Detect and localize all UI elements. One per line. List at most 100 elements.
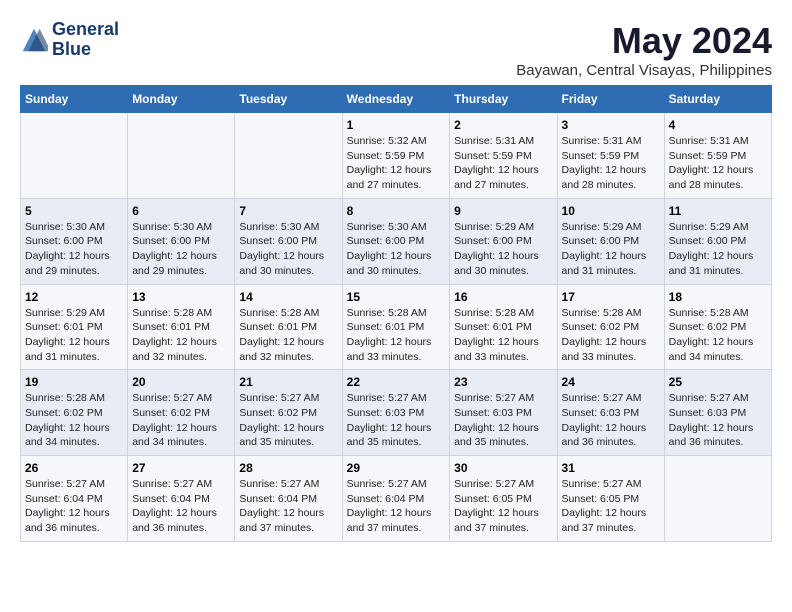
col-header-saturday: Saturday: [664, 86, 771, 113]
day-number: 6: [132, 204, 230, 218]
day-info: Sunrise: 5:27 AM Sunset: 6:03 PM Dayligh…: [347, 391, 446, 450]
calendar-cell: 12 Sunrise: 5:29 AM Sunset: 6:01 PM Dayl…: [21, 284, 128, 370]
calendar-table: SundayMondayTuesdayWednesdayThursdayFrid…: [20, 85, 772, 542]
day-number: 12: [25, 290, 123, 304]
location: Bayawan, Central Visayas, Philippines: [516, 62, 772, 79]
calendar-cell: [235, 113, 342, 199]
day-info: Sunrise: 5:29 AM Sunset: 6:00 PM Dayligh…: [562, 220, 660, 279]
day-info: Sunrise: 5:27 AM Sunset: 6:04 PM Dayligh…: [239, 477, 337, 536]
calendar-cell: 26 Sunrise: 5:27 AM Sunset: 6:04 PM Dayl…: [21, 456, 128, 542]
day-info: Sunrise: 5:31 AM Sunset: 5:59 PM Dayligh…: [669, 134, 767, 193]
day-number: 18: [669, 290, 767, 304]
col-header-friday: Friday: [557, 86, 664, 113]
day-number: 3: [562, 118, 660, 132]
day-info: Sunrise: 5:27 AM Sunset: 6:03 PM Dayligh…: [669, 391, 767, 450]
calendar-cell: 5 Sunrise: 5:30 AM Sunset: 6:00 PM Dayli…: [21, 198, 128, 284]
day-info: Sunrise: 5:30 AM Sunset: 6:00 PM Dayligh…: [25, 220, 123, 279]
calendar-cell: 16 Sunrise: 5:28 AM Sunset: 6:01 PM Dayl…: [450, 284, 557, 370]
calendar-cell: 1 Sunrise: 5:32 AM Sunset: 5:59 PM Dayli…: [342, 113, 450, 199]
logo-line1: General: [52, 20, 119, 40]
day-info: Sunrise: 5:29 AM Sunset: 6:00 PM Dayligh…: [454, 220, 552, 279]
day-number: 19: [25, 375, 123, 389]
day-number: 1: [347, 118, 446, 132]
calendar-cell: 17 Sunrise: 5:28 AM Sunset: 6:02 PM Dayl…: [557, 284, 664, 370]
calendar-cell: 4 Sunrise: 5:31 AM Sunset: 5:59 PM Dayli…: [664, 113, 771, 199]
day-info: Sunrise: 5:30 AM Sunset: 6:00 PM Dayligh…: [132, 220, 230, 279]
day-number: 13: [132, 290, 230, 304]
day-info: Sunrise: 5:27 AM Sunset: 6:05 PM Dayligh…: [454, 477, 552, 536]
calendar-cell: 28 Sunrise: 5:27 AM Sunset: 6:04 PM Dayl…: [235, 456, 342, 542]
day-number: 9: [454, 204, 552, 218]
calendar-cell: 10 Sunrise: 5:29 AM Sunset: 6:00 PM Dayl…: [557, 198, 664, 284]
day-number: 17: [562, 290, 660, 304]
calendar-cell: 13 Sunrise: 5:28 AM Sunset: 6:01 PM Dayl…: [128, 284, 235, 370]
calendar-cell: 30 Sunrise: 5:27 AM Sunset: 6:05 PM Dayl…: [450, 456, 557, 542]
day-info: Sunrise: 5:28 AM Sunset: 6:02 PM Dayligh…: [669, 306, 767, 365]
day-number: 28: [239, 461, 337, 475]
day-number: 26: [25, 461, 123, 475]
calendar-cell: 18 Sunrise: 5:28 AM Sunset: 6:02 PM Dayl…: [664, 284, 771, 370]
day-info: Sunrise: 5:27 AM Sunset: 6:02 PM Dayligh…: [239, 391, 337, 450]
logo-text: General Blue: [52, 20, 119, 60]
day-number: 22: [347, 375, 446, 389]
day-number: 15: [347, 290, 446, 304]
col-header-monday: Monday: [128, 86, 235, 113]
day-number: 31: [562, 461, 660, 475]
day-info: Sunrise: 5:28 AM Sunset: 6:01 PM Dayligh…: [132, 306, 230, 365]
day-info: Sunrise: 5:27 AM Sunset: 6:04 PM Dayligh…: [25, 477, 123, 536]
calendar-cell: [128, 113, 235, 199]
calendar-cell: 27 Sunrise: 5:27 AM Sunset: 6:04 PM Dayl…: [128, 456, 235, 542]
calendar-cell: 24 Sunrise: 5:27 AM Sunset: 6:03 PM Dayl…: [557, 370, 664, 456]
day-info: Sunrise: 5:27 AM Sunset: 6:02 PM Dayligh…: [132, 391, 230, 450]
day-number: 2: [454, 118, 552, 132]
day-number: 4: [669, 118, 767, 132]
calendar-cell: 25 Sunrise: 5:27 AM Sunset: 6:03 PM Dayl…: [664, 370, 771, 456]
calendar-week-row: 5 Sunrise: 5:30 AM Sunset: 6:00 PM Dayli…: [21, 198, 772, 284]
day-info: Sunrise: 5:28 AM Sunset: 6:01 PM Dayligh…: [239, 306, 337, 365]
day-info: Sunrise: 5:27 AM Sunset: 6:05 PM Dayligh…: [562, 477, 660, 536]
calendar-cell: 9 Sunrise: 5:29 AM Sunset: 6:00 PM Dayli…: [450, 198, 557, 284]
col-header-tuesday: Tuesday: [235, 86, 342, 113]
day-info: Sunrise: 5:31 AM Sunset: 5:59 PM Dayligh…: [562, 134, 660, 193]
day-info: Sunrise: 5:29 AM Sunset: 6:00 PM Dayligh…: [669, 220, 767, 279]
calendar-week-row: 12 Sunrise: 5:29 AM Sunset: 6:01 PM Dayl…: [21, 284, 772, 370]
day-info: Sunrise: 5:30 AM Sunset: 6:00 PM Dayligh…: [239, 220, 337, 279]
calendar-cell: 19 Sunrise: 5:28 AM Sunset: 6:02 PM Dayl…: [21, 370, 128, 456]
calendar-cell: 23 Sunrise: 5:27 AM Sunset: 6:03 PM Dayl…: [450, 370, 557, 456]
calendar-cell: 14 Sunrise: 5:28 AM Sunset: 6:01 PM Dayl…: [235, 284, 342, 370]
calendar-cell: 3 Sunrise: 5:31 AM Sunset: 5:59 PM Dayli…: [557, 113, 664, 199]
day-number: 25: [669, 375, 767, 389]
day-number: 11: [669, 204, 767, 218]
calendar-header-row: SundayMondayTuesdayWednesdayThursdayFrid…: [21, 86, 772, 113]
day-number: 14: [239, 290, 337, 304]
calendar-cell: [664, 456, 771, 542]
day-info: Sunrise: 5:30 AM Sunset: 6:00 PM Dayligh…: [347, 220, 446, 279]
day-info: Sunrise: 5:28 AM Sunset: 6:02 PM Dayligh…: [562, 306, 660, 365]
day-info: Sunrise: 5:27 AM Sunset: 6:04 PM Dayligh…: [132, 477, 230, 536]
day-number: 20: [132, 375, 230, 389]
calendar-week-row: 19 Sunrise: 5:28 AM Sunset: 6:02 PM Dayl…: [21, 370, 772, 456]
day-number: 21: [239, 375, 337, 389]
calendar-cell: 6 Sunrise: 5:30 AM Sunset: 6:00 PM Dayli…: [128, 198, 235, 284]
day-info: Sunrise: 5:29 AM Sunset: 6:01 PM Dayligh…: [25, 306, 123, 365]
calendar-cell: 15 Sunrise: 5:28 AM Sunset: 6:01 PM Dayl…: [342, 284, 450, 370]
day-number: 7: [239, 204, 337, 218]
day-info: Sunrise: 5:27 AM Sunset: 6:04 PM Dayligh…: [347, 477, 446, 536]
day-number: 8: [347, 204, 446, 218]
title-block: May 2024 Bayawan, Central Visayas, Phili…: [516, 20, 772, 79]
day-number: 29: [347, 461, 446, 475]
col-header-thursday: Thursday: [450, 86, 557, 113]
calendar-cell: 11 Sunrise: 5:29 AM Sunset: 6:00 PM Dayl…: [664, 198, 771, 284]
calendar-cell: 8 Sunrise: 5:30 AM Sunset: 6:00 PM Dayli…: [342, 198, 450, 284]
day-info: Sunrise: 5:32 AM Sunset: 5:59 PM Dayligh…: [347, 134, 446, 193]
day-number: 30: [454, 461, 552, 475]
calendar-cell: 20 Sunrise: 5:27 AM Sunset: 6:02 PM Dayl…: [128, 370, 235, 456]
page-header: General Blue May 2024 Bayawan, Central V…: [20, 20, 772, 79]
logo-icon: [20, 26, 48, 54]
day-number: 5: [25, 204, 123, 218]
day-info: Sunrise: 5:28 AM Sunset: 6:01 PM Dayligh…: [347, 306, 446, 365]
calendar-week-row: 1 Sunrise: 5:32 AM Sunset: 5:59 PM Dayli…: [21, 113, 772, 199]
day-info: Sunrise: 5:28 AM Sunset: 6:01 PM Dayligh…: [454, 306, 552, 365]
calendar-week-row: 26 Sunrise: 5:27 AM Sunset: 6:04 PM Dayl…: [21, 456, 772, 542]
day-info: Sunrise: 5:27 AM Sunset: 6:03 PM Dayligh…: [562, 391, 660, 450]
